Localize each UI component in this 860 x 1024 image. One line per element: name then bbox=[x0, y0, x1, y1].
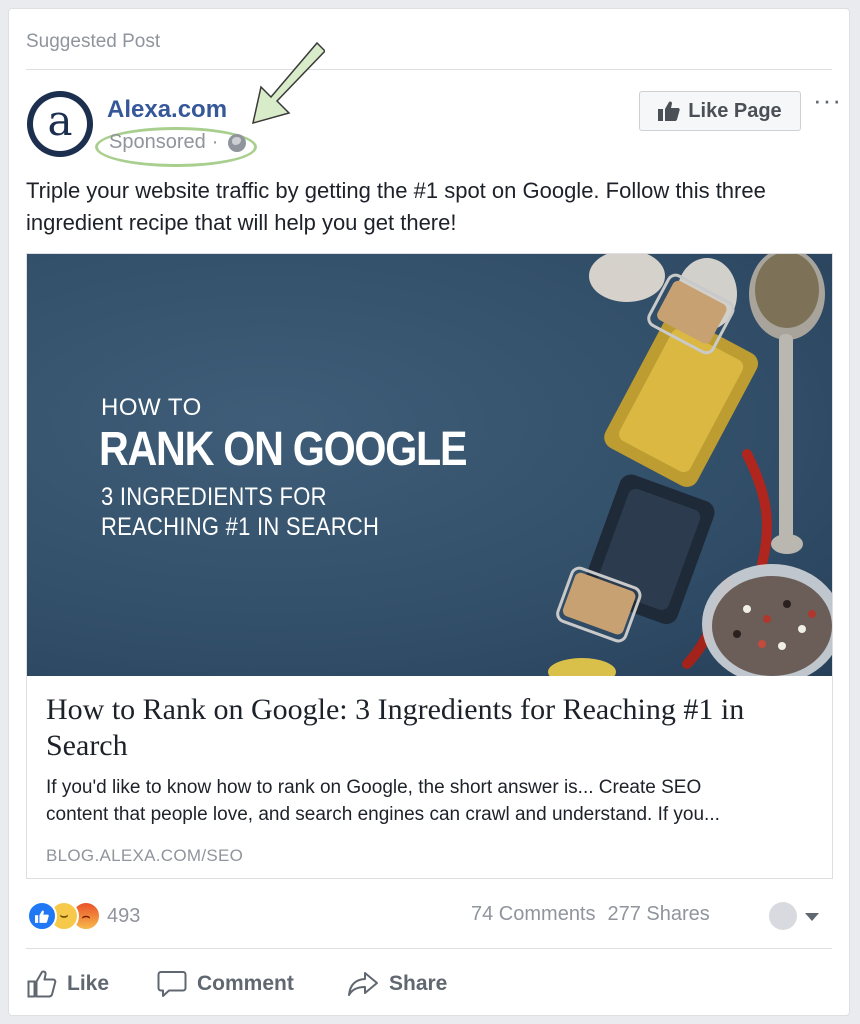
like-page-button[interactable]: Like Page bbox=[639, 91, 801, 131]
share-action-button[interactable]: Share bbox=[347, 964, 447, 1004]
link-description: If you'd like to know how to rank on Goo… bbox=[46, 774, 816, 828]
viewer-avatar[interactable] bbox=[769, 902, 797, 930]
page-name-link[interactable]: Alexa.com bbox=[107, 96, 227, 124]
link-domain: BLOG.ALEXA.COM/SEO bbox=[46, 846, 244, 865]
page-avatar[interactable]: a bbox=[27, 91, 93, 157]
hero-line-reaching: REACHING #1 IN SEARCH bbox=[101, 513, 380, 541]
comment-action-label: Comment bbox=[197, 972, 294, 995]
post-card: Suggested Post a Alexa.com Sponsored · L… bbox=[8, 8, 850, 1016]
like-reaction-icon bbox=[27, 901, 57, 931]
hero-subtitle: 3 INGREDIENTS FOR REACHING #1 IN SEARCH bbox=[101, 482, 379, 542]
hero-line-ingredients: 3 INGREDIENTS FOR bbox=[101, 483, 327, 511]
comment-bubble-icon bbox=[157, 971, 187, 997]
separator-dot: · bbox=[211, 131, 219, 153]
sponsored-label[interactable]: Sponsored bbox=[109, 131, 206, 154]
like-action-button[interactable]: Like bbox=[27, 964, 109, 1004]
shares-count[interactable]: 277 Shares bbox=[608, 903, 710, 926]
hero-line-rank: RANK ON GOOGLE bbox=[99, 423, 468, 476]
suggested-post-label: Suggested Post bbox=[26, 31, 161, 52]
like-action-label: Like bbox=[67, 972, 110, 995]
link-info[interactable]: How to Rank on Google: 3 Ingredients for… bbox=[27, 676, 832, 878]
sponsored-line: Sponsored · bbox=[109, 131, 247, 154]
reactions-summary[interactable]: ⌣ ⌢ 493 bbox=[27, 901, 140, 931]
link-description-line: If you'd like to know how to rank on Goo… bbox=[46, 777, 702, 798]
annotation-arrow-icon bbox=[251, 41, 325, 125]
actions-divider bbox=[26, 948, 832, 949]
header-divider bbox=[26, 69, 832, 70]
caret-down-icon[interactable] bbox=[805, 913, 819, 921]
link-preview[interactable]: HOW TO RANK ON GOOGLE 3 INGREDIENTS FOR … bbox=[26, 253, 833, 879]
post-text: Triple your website traffic by getting t… bbox=[26, 178, 766, 235]
thumbs-up-outline-icon bbox=[27, 970, 57, 998]
comments-count[interactable]: 74 Comments bbox=[471, 903, 596, 926]
like-page-label: Like Page bbox=[688, 99, 782, 122]
globe-icon[interactable] bbox=[228, 133, 247, 152]
avatar-letter: a bbox=[33, 97, 87, 151]
reactions-count[interactable]: 493 bbox=[107, 905, 140, 928]
comment-action-button[interactable]: Comment bbox=[157, 964, 294, 1004]
link-title[interactable]: How to Rank on Google: 3 Ingredients for… bbox=[46, 692, 816, 764]
link-description-line: content that people love, and search eng… bbox=[46, 804, 720, 825]
link-preview-image[interactable]: HOW TO RANK ON GOOGLE 3 INGREDIENTS FOR … bbox=[27, 254, 832, 676]
engagement-stats: 74 Comments 277 Shares bbox=[471, 903, 710, 926]
more-options-icon[interactable]: ··· bbox=[813, 87, 842, 113]
share-action-label: Share bbox=[389, 972, 448, 995]
share-arrow-icon bbox=[348, 972, 378, 996]
hero-line-how-to: HOW TO bbox=[101, 394, 202, 421]
thumbs-up-icon bbox=[658, 101, 680, 121]
